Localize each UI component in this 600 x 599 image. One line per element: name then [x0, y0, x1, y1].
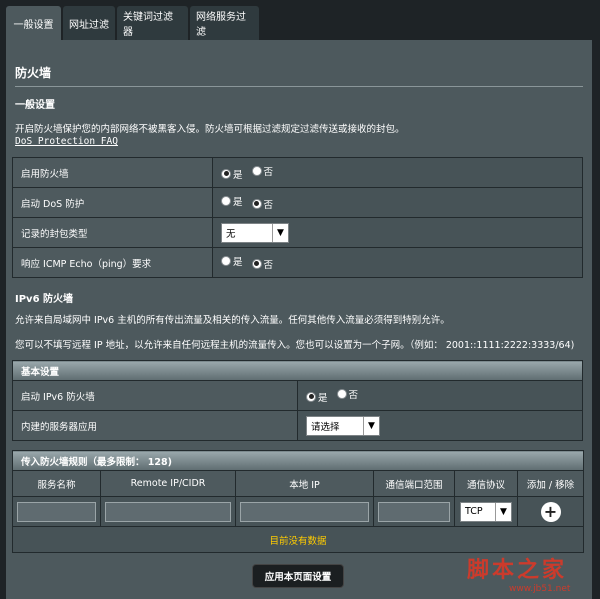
icmp-echo-yes-radio[interactable]: 是 [221, 254, 243, 268]
watermark-url: www.jb51.net [509, 584, 571, 594]
icmp-echo-label: 响应 ICMP Echo（ping）要求 [12, 247, 213, 278]
basic-settings-header: 基本设置 [12, 360, 583, 381]
add-rule-button[interactable]: + [540, 501, 561, 522]
tab-network-service-filter[interactable]: 网络服务过滤 [190, 6, 259, 40]
radio-dot [251, 166, 262, 177]
dos-protection-row: 启动 DoS 防护 是 否 [12, 187, 583, 218]
dos-protection-yes-radio[interactable]: 是 [221, 194, 243, 208]
dos-protection-label: 启动 DoS 防护 [12, 187, 213, 218]
chevron-down-icon: ▼ [272, 223, 288, 242]
local-ip-input[interactable] [240, 501, 369, 522]
tab-general[interactable]: 一般设置 [6, 6, 61, 40]
enable-ipv6-firewall-yes-radio[interactable]: 是 [306, 390, 328, 404]
remote-ip-input[interactable] [105, 501, 231, 522]
col-add-remove: 添加 / 移除 [516, 470, 585, 497]
col-service-name: 服务名称 [12, 470, 101, 497]
tab-url-filter[interactable]: 网址过滤 [63, 6, 115, 40]
enable-firewall-yes-radio[interactable]: 是 [221, 167, 243, 181]
icmp-echo-row: 响应 ICMP Echo（ping）要求 是 否 [12, 247, 583, 278]
divider [15, 86, 583, 87]
enable-firewall-row: 启用防火墙 是 否 [12, 157, 583, 188]
dos-protection-no-radio[interactable]: 否 [251, 197, 273, 211]
radio-dot [221, 256, 231, 267]
general-settings-table: 启用防火墙 是 否 启动 DoS 防护 是 否 记录的封包类型 无 ▼ 响应 I [12, 157, 583, 278]
ipv6-description-2: 您可以不填写远程 IP 地址，以允许来自任何远程主机的流量传入。您也可以设置为一… [15, 340, 575, 351]
radio-dot [306, 391, 316, 402]
protocol-select[interactable]: TCP ▼ [460, 501, 512, 522]
enable-firewall-label: 启用防火墙 [12, 157, 213, 188]
col-port-range: 通信端口范围 [373, 470, 455, 497]
col-protocol: 通信协议 [454, 470, 518, 497]
inbound-rules-column-headers: 服务名称 Remote IP/CIDR 本地 IP 通信端口范围 通信协议 添加… [12, 470, 585, 497]
radio-dot [251, 198, 262, 209]
builtin-server-app-select[interactable]: 请选择 ▼ [306, 415, 380, 436]
watermark-text: 脚本之家 [467, 557, 568, 583]
service-name-input[interactable] [17, 501, 96, 522]
enable-ipv6-firewall-row: 启动 IPv6 防火墙 是 否 [12, 380, 583, 411]
enable-ipv6-firewall-no-radio[interactable]: 否 [336, 387, 358, 401]
general-description: 开启防火墙保护您的内部网络不被黑客入侵。防火墙可根据过滤规定过滤传送或接收的封包… [15, 124, 405, 135]
logged-packet-type-select[interactable]: 无 ▼ [221, 222, 289, 243]
empty-rules-row: 目前没有数据 [11, 526, 585, 553]
radio-dot [336, 389, 347, 400]
inbound-rules-table: 传入防火墙规则（最多限制： 128) 服务名称 Remote IP/CIDR 本… [11, 450, 585, 553]
watermark: 脚本之家 www.jb51.net [467, 552, 597, 598]
tab-bar: 一般设置 网址过滤 关键词过滤器 网络服务过滤 [6, 6, 261, 40]
general-section-title: 一般设置 [15, 100, 55, 111]
new-rule-row: TCP ▼ + [12, 496, 585, 527]
ipv6-description-1: 允许来自局域网中 IPv6 主机的所有传出流量及相关的传入流量。任何其他传入流量… [15, 315, 450, 326]
builtin-server-app-row: 内建的服务器应用 请选择 ▼ [12, 410, 583, 441]
logged-packet-type-label: 记录的封包类型 [12, 217, 213, 248]
enable-firewall-no-radio[interactable]: 否 [251, 164, 273, 178]
empty-rules-message: 目前没有数据 [11, 526, 585, 553]
builtin-server-app-label: 内建的服务器应用 [12, 410, 298, 441]
logged-packet-type-row: 记录的封包类型 无 ▼ [12, 217, 583, 248]
ipv6-section-title: IPv6 防火墙 [15, 294, 74, 305]
icmp-echo-no-radio[interactable]: 否 [251, 257, 273, 271]
col-remote-ip: Remote IP/CIDR [100, 470, 236, 497]
col-local-ip: 本地 IP [235, 470, 374, 497]
firewall-panel: 防火墙 一般设置 开启防火墙保护您的内部网络不被黑客入侵。防火墙可根据过滤规定过… [6, 40, 592, 599]
enable-ipv6-firewall-label: 启动 IPv6 防火墙 [12, 380, 298, 411]
radio-dot [221, 196, 231, 207]
dos-protection-faq-link[interactable]: DoS Protection FAQ [15, 136, 118, 147]
radio-dot [251, 258, 262, 269]
apply-settings-button[interactable]: 应用本页面设置 [252, 564, 344, 588]
tab-keyword-filter[interactable]: 关键词过滤器 [117, 6, 188, 40]
port-range-input[interactable] [378, 501, 450, 522]
ipv6-basic-settings-table: 基本设置 启动 IPv6 防火墙 是 否 内建的服务器应用 请选择 ▼ [12, 360, 583, 441]
page-title: 防火墙 [15, 66, 52, 80]
plus-icon: + [543, 501, 558, 521]
chevron-down-icon: ▼ [363, 416, 379, 435]
inbound-rules-header: 传入防火墙规则（最多限制： 128) [11, 450, 585, 471]
radio-dot [221, 168, 231, 179]
chevron-down-icon: ▼ [495, 502, 511, 521]
